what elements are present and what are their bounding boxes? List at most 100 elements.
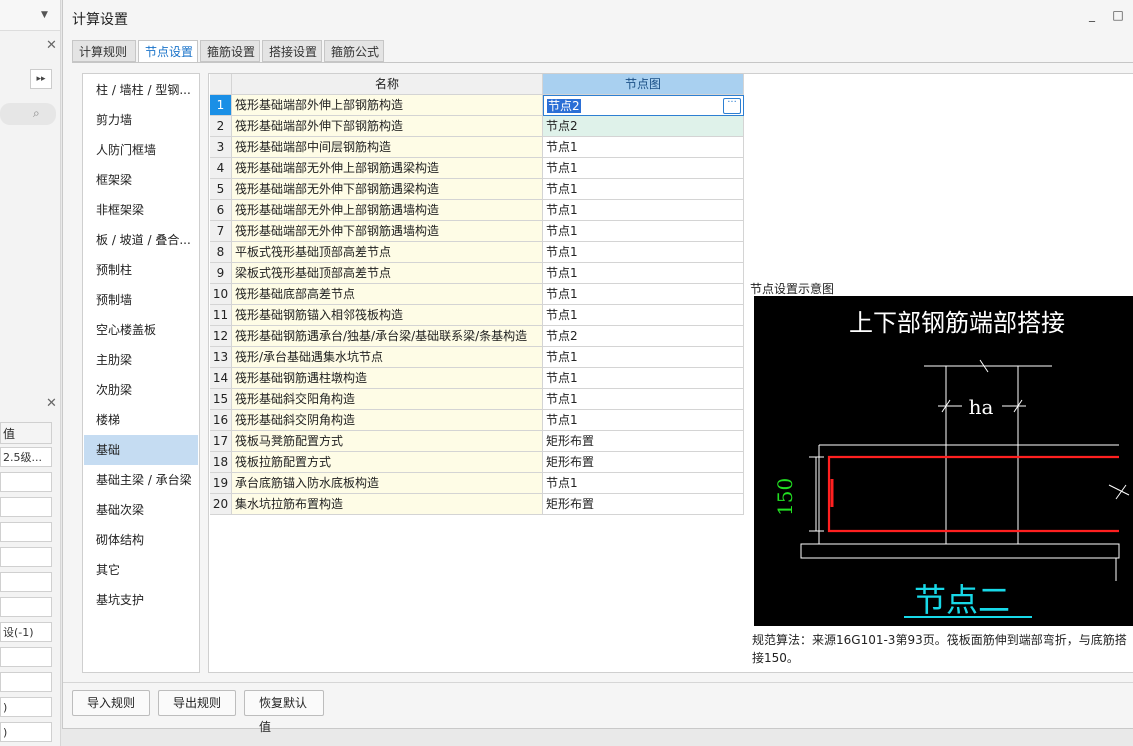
calc-settings-dialog: 计算设置 _ □ 计算规则 节点设置 箍筋设置 搭接设置 箍筋公式 柱 / 墙柱… — [62, 0, 1133, 734]
node-value-cell[interactable]: 节点1 — [543, 368, 744, 389]
background-field[interactable] — [0, 647, 52, 667]
close-icon[interactable]: ✕ — [46, 38, 57, 53]
sidebar-item-civil-door-wall[interactable]: 人防门框墙 — [84, 135, 198, 165]
node-value-cell[interactable]: 节点1 — [543, 158, 744, 179]
sidebar-item-secondary-rib-beam[interactable]: 次肋梁 — [84, 375, 198, 405]
row-number[interactable]: 8 — [210, 242, 232, 263]
node-value-cell[interactable]: 节点1 — [543, 284, 744, 305]
close-icon[interactable]: ✕ — [46, 396, 57, 411]
setting-name-cell: 筏形基础端部外伸下部钢筋构造 — [232, 116, 543, 137]
dropdown-arrow-icon[interactable]: ▼ — [41, 10, 48, 20]
minimize-button[interactable]: _ — [1085, 8, 1099, 22]
background-field[interactable]: 2.5级... — [0, 447, 52, 467]
node-value-cell[interactable]: 节点1 — [543, 263, 744, 284]
node-value-cell[interactable]: 节点1 — [543, 179, 744, 200]
background-field[interactable]: ) — [0, 722, 52, 742]
sidebar-item-non-frame-beam[interactable]: 非框架梁 — [84, 195, 198, 225]
node-value-cell[interactable]: 节点1 — [543, 242, 744, 263]
tab-calc-rules[interactable]: 计算规则 — [72, 40, 136, 62]
background-toolbar — [0, 0, 60, 31]
node-value-cell[interactable]: 节点2 — [543, 116, 744, 137]
sidebar-item-column[interactable]: 柱 / 墙柱 / 型钢... — [84, 75, 198, 105]
row-number[interactable]: 19 — [210, 473, 232, 494]
row-number[interactable]: 13 — [210, 347, 232, 368]
background-field[interactable] — [0, 672, 52, 692]
sidebar-item-hollow-slab[interactable]: 空心楼盖板 — [84, 315, 198, 345]
node-value-cell[interactable]: 矩形布置 — [543, 452, 744, 473]
maximize-button[interactable]: □ — [1111, 8, 1125, 22]
row-number[interactable]: 11 — [210, 305, 232, 326]
dialog-title: 计算设置 — [72, 12, 128, 28]
row-number[interactable]: 17 — [210, 431, 232, 452]
node-value-selected-text[interactable]: 节点2 — [547, 99, 581, 113]
import-rules-button[interactable]: 导入规则 — [72, 690, 150, 716]
background-field[interactable]: ) — [0, 697, 52, 717]
setting-name-cell: 筏形基础斜交阳角构造 — [232, 389, 543, 410]
node-value-cell[interactable]: 节点2 — [543, 326, 744, 347]
row-number[interactable]: 1 — [210, 95, 232, 116]
background-field[interactable] — [0, 547, 52, 567]
row-number[interactable]: 10 — [210, 284, 232, 305]
node-value-cell[interactable]: 节点1 — [543, 221, 744, 242]
row-number[interactable]: 6 — [210, 200, 232, 221]
node-value-cell[interactable]: 节点1 — [543, 137, 744, 158]
sidebar-item-foundation[interactable]: 基础 — [84, 435, 198, 465]
tab-node-settings[interactable]: 节点设置 — [138, 40, 198, 63]
row-number[interactable]: 18 — [210, 452, 232, 473]
node-name-label: 节点二 — [914, 581, 1010, 619]
background-field[interactable] — [0, 597, 52, 617]
export-rules-button[interactable]: 导出规则 — [158, 690, 236, 716]
node-value-cell[interactable]: 节点1 — [543, 305, 744, 326]
row-number[interactable]: 5 — [210, 179, 232, 200]
node-value-cell[interactable]: 节点1 — [543, 389, 744, 410]
sidebar-item-precast-column[interactable]: 预制柱 — [84, 255, 198, 285]
node-value-cell[interactable]: 节点1 — [543, 347, 744, 368]
sidebar-item-precast-wall[interactable]: 预制墙 — [84, 285, 198, 315]
background-field[interactable] — [0, 522, 52, 542]
row-number[interactable]: 12 — [210, 326, 232, 347]
ellipsis-button[interactable]: ··· — [723, 98, 741, 114]
row-number[interactable]: 15 — [210, 389, 232, 410]
sidebar-item-frame-beam[interactable]: 框架梁 — [84, 165, 198, 195]
category-sidebar: 柱 / 墙柱 / 型钢... 剪力墙 人防门框墙 框架梁 非框架梁 板 / 坡道… — [82, 73, 200, 673]
sidebar-item-main-rib-beam[interactable]: 主肋梁 — [84, 345, 198, 375]
tab-stirrup-formula[interactable]: 箍筋公式 — [324, 40, 384, 62]
sidebar-item-stairs[interactable]: 楼梯 — [84, 405, 198, 435]
node-value-cell[interactable]: 节点1 — [543, 410, 744, 431]
node-value-cell[interactable]: 节点1 — [543, 200, 744, 221]
row-number[interactable]: 20 — [210, 494, 232, 515]
background-field[interactable] — [0, 472, 52, 492]
row-number[interactable]: 2 — [210, 116, 232, 137]
node-column-header[interactable]: 节点图 — [543, 74, 744, 95]
node-value-cell[interactable]: 节点1 — [543, 473, 744, 494]
sidebar-item-shear-wall[interactable]: 剪力墙 — [84, 105, 198, 135]
sidebar-item-other[interactable]: 其它 — [84, 555, 198, 585]
node-value-cell[interactable]: 矩形布置 — [543, 431, 744, 452]
sidebar-item-masonry[interactable]: 砌体结构 — [84, 525, 198, 555]
setting-name-cell: 承台底筋锚入防水底板构造 — [232, 473, 543, 494]
tab-lap-settings[interactable]: 搭接设置 — [262, 40, 322, 62]
name-column-header[interactable]: 名称 — [232, 74, 543, 95]
background-search-input[interactable] — [0, 103, 56, 125]
row-number[interactable]: 9 — [210, 263, 232, 284]
background-field[interactable]: 设(-1) — [0, 622, 52, 642]
restore-defaults-button[interactable]: 恢复默认值 — [244, 690, 324, 734]
row-number[interactable]: 16 — [210, 410, 232, 431]
sidebar-item-foundation-main-beam[interactable]: 基础主梁 / 承台梁 — [84, 465, 198, 495]
sidebar-item-pit-support[interactable]: 基坑支护 — [84, 585, 198, 615]
background-field[interactable] — [0, 497, 52, 517]
tab-stirrup-settings[interactable]: 箍筋设置 — [200, 40, 260, 62]
sidebar-item-foundation-secondary-beam[interactable]: 基础次梁 — [84, 495, 198, 525]
sidebar-item-slab[interactable]: 板 / 坡道 / 叠合... — [84, 225, 198, 255]
row-number[interactable]: 7 — [210, 221, 232, 242]
node-value-cell[interactable]: 矩形布置 — [543, 494, 744, 515]
row-number[interactable]: 3 — [210, 137, 232, 158]
row-number-header — [210, 74, 232, 95]
row-number[interactable]: 4 — [210, 158, 232, 179]
background-field[interactable] — [0, 572, 52, 592]
node-value-editor[interactable]: 节点2 ··· — [543, 95, 744, 116]
row-number[interactable]: 14 — [210, 368, 232, 389]
expand-arrow-icon[interactable]: ▸▸ — [30, 69, 52, 89]
dim-150-label: 150 — [773, 478, 797, 516]
setting-name-cell: 筏板拉筋配置方式 — [232, 452, 543, 473]
